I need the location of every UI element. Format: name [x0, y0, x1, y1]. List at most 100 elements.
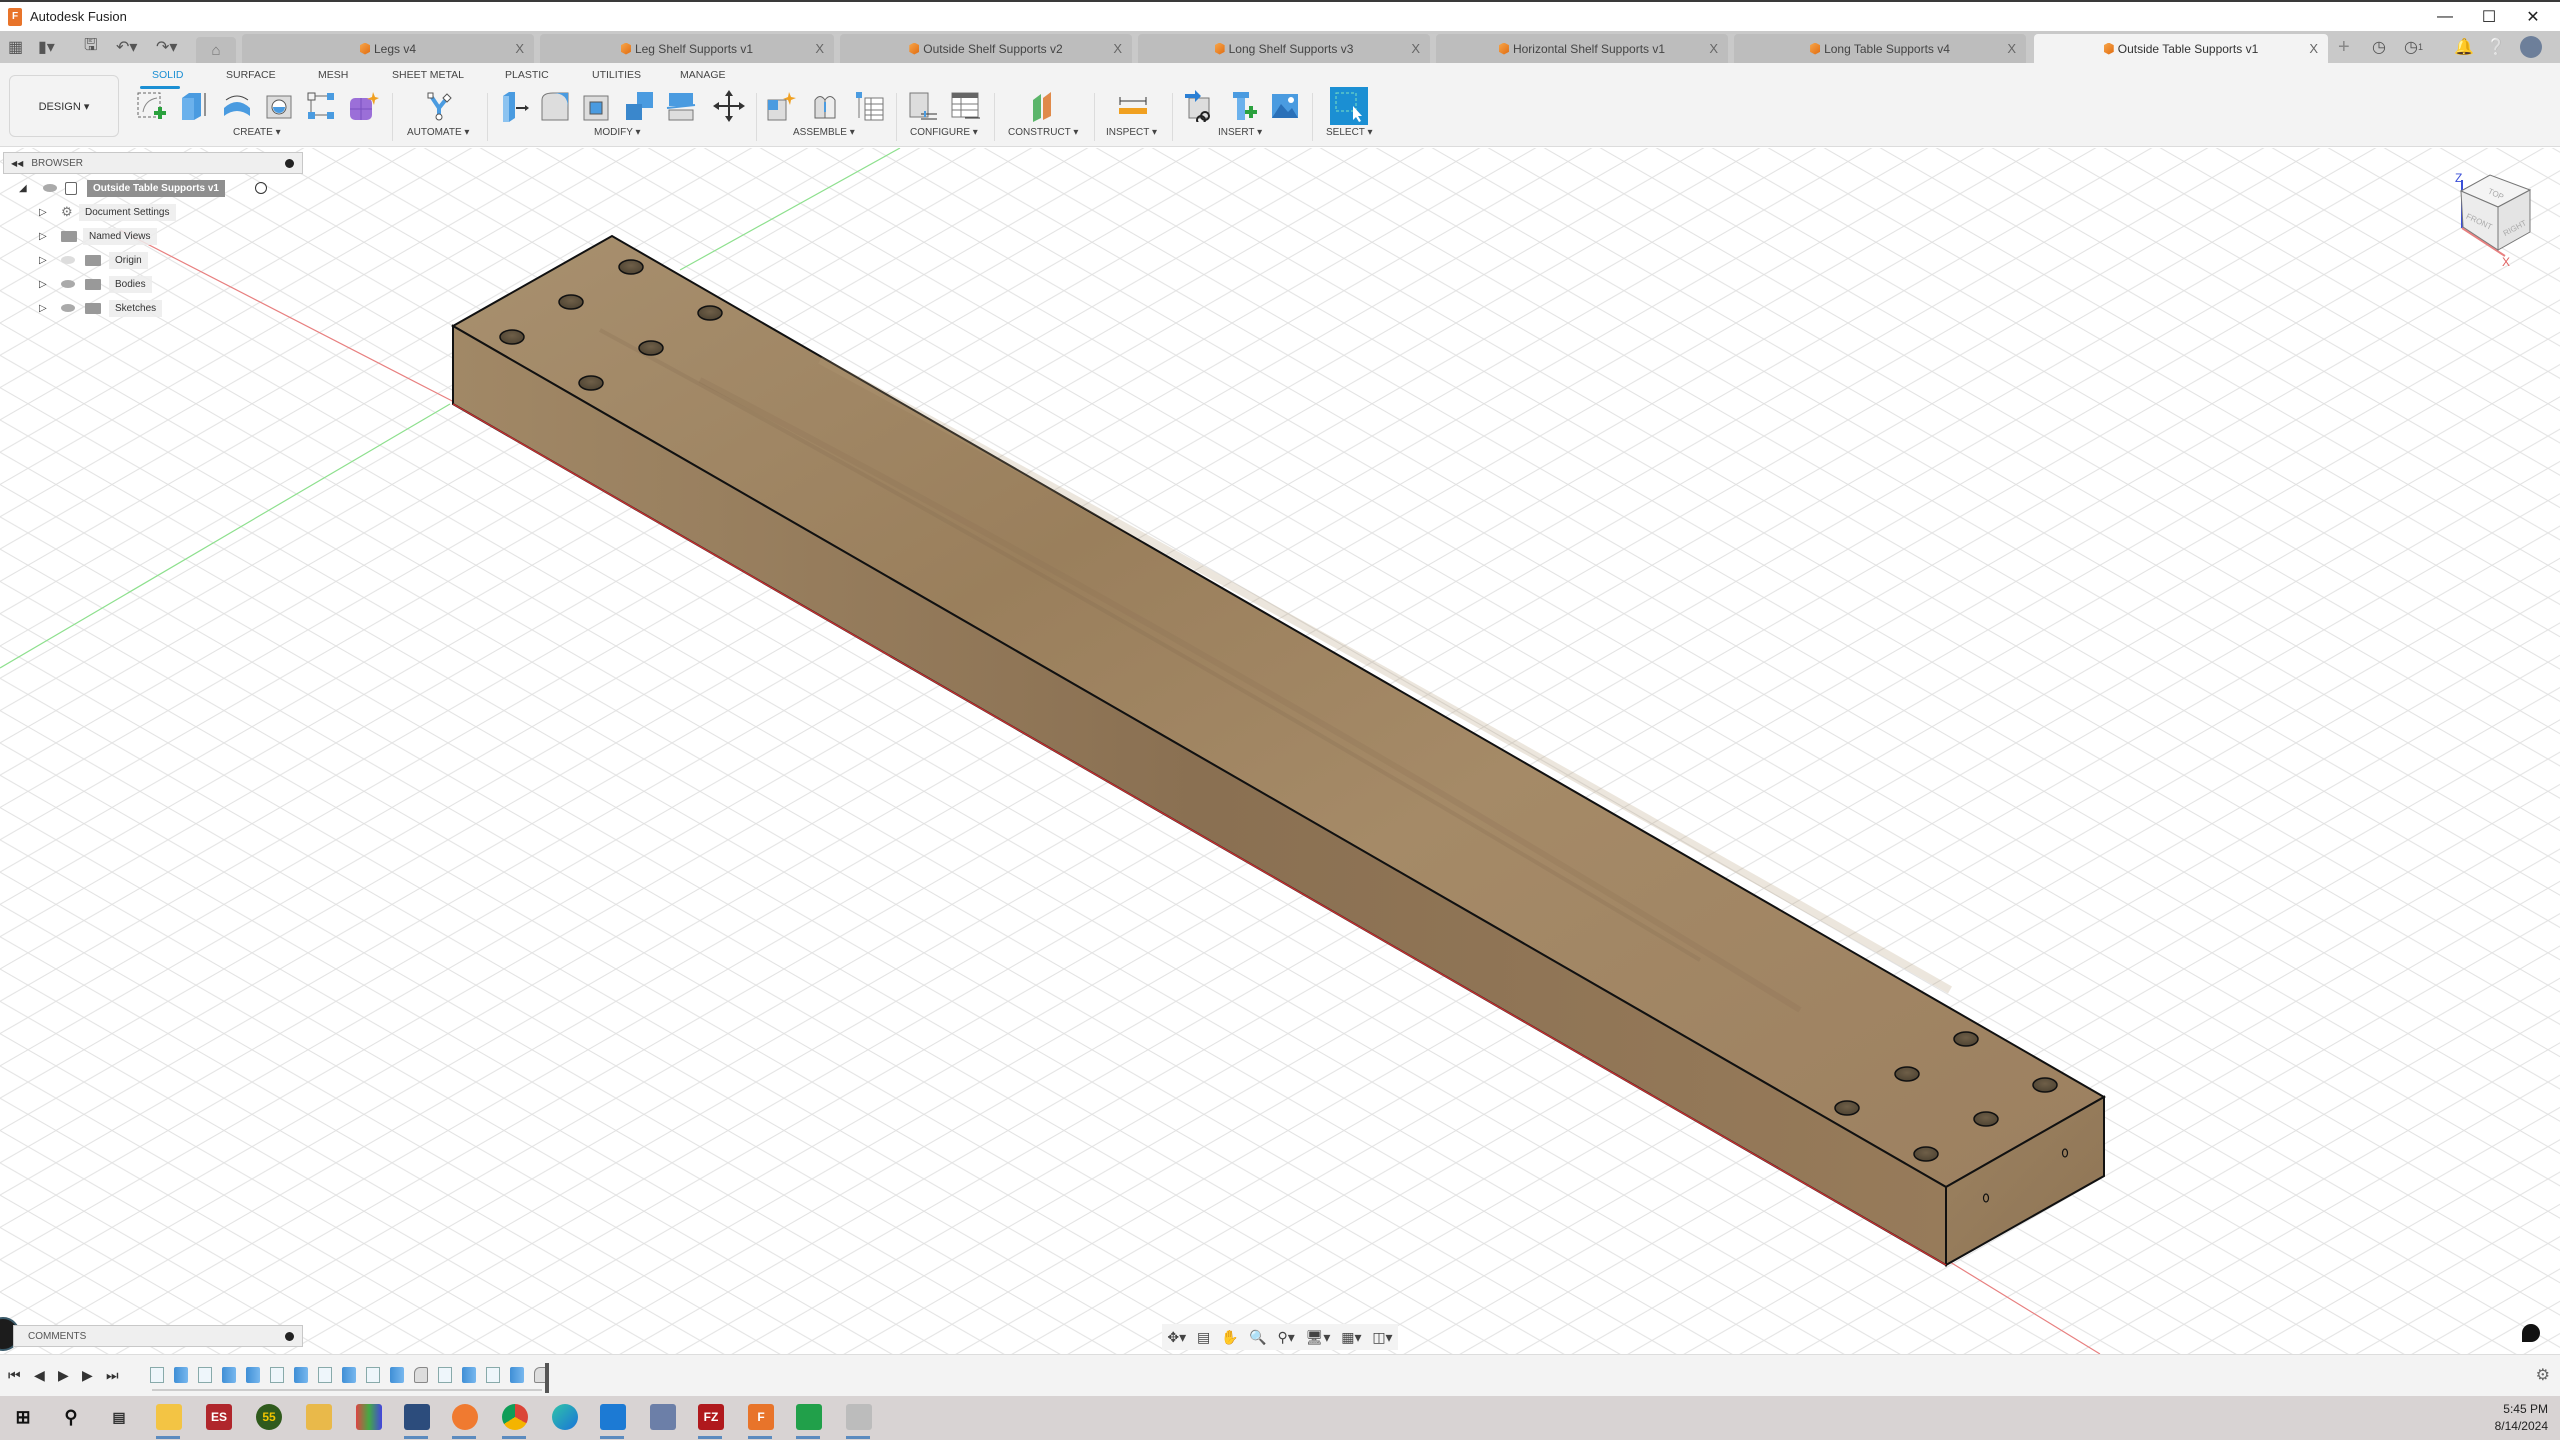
- timeline-feature-extrude-icon[interactable]: [342, 1367, 356, 1383]
- hole[interactable]: [618, 259, 644, 275]
- timeline-feature-extrude-icon[interactable]: [462, 1367, 476, 1383]
- vscode-icon[interactable]: [600, 1404, 626, 1430]
- configuration-table-button[interactable]: [948, 89, 982, 123]
- construct-group-label[interactable]: CONSTRUCT ▾: [1008, 127, 1078, 138]
- search-icon[interactable]: ⚲: [58, 1404, 84, 1430]
- start-windows-icon[interactable]: ⊞: [10, 1404, 36, 1430]
- ribbon-tab-solid[interactable]: SOLID: [152, 69, 184, 81]
- feedback-icon[interactable]: [2522, 1324, 2540, 1342]
- expand-triangle-icon[interactable]: ▷: [39, 231, 47, 242]
- expand-triangle-icon[interactable]: ▷: [39, 207, 47, 218]
- timeline-feature-extrude-icon[interactable]: [390, 1367, 404, 1383]
- hole[interactable]: [578, 375, 604, 391]
- configure-group-label[interactable]: CONFIGURE ▾: [910, 127, 978, 138]
- insert-canvas-button[interactable]: [1268, 89, 1302, 123]
- notifications-bell-icon[interactable]: 🔔: [2454, 37, 2474, 57]
- insert-group-label[interactable]: INSERT ▾: [1218, 127, 1262, 138]
- chrome-icon[interactable]: [502, 1404, 528, 1430]
- expanded-triangle-icon[interactable]: ◢: [19, 183, 27, 194]
- app-colorful-icon[interactable]: [356, 1404, 382, 1430]
- fusion-taskbar-icon[interactable]: F: [748, 1404, 774, 1430]
- ribbon-tab-plastic[interactable]: PLASTIC: [505, 69, 549, 81]
- split-body-button[interactable]: [664, 89, 698, 123]
- insert-mcmaster-button[interactable]: [1226, 89, 1260, 123]
- timeline-feature-extrude-icon[interactable]: [510, 1367, 524, 1383]
- pattern-button[interactable]: [304, 89, 338, 123]
- viewports-icon[interactable]: ◫▾: [1372, 1329, 1392, 1346]
- network-app-icon[interactable]: [650, 1404, 676, 1430]
- ribbon-tab-surface[interactable]: SURFACE: [226, 69, 276, 81]
- activate-radio-icon[interactable]: [255, 182, 267, 194]
- timeline-feature-fillet-icon[interactable]: [414, 1367, 428, 1383]
- tab-close-icon[interactable]: X: [515, 41, 524, 56]
- configure-button[interactable]: [906, 89, 940, 123]
- ribbon-tab-manage[interactable]: MANAGE: [680, 69, 726, 81]
- revolve-button[interactable]: [220, 89, 254, 123]
- automate-button[interactable]: [422, 89, 456, 123]
- hole[interactable]: [2032, 1077, 2058, 1093]
- tab-close-icon[interactable]: X: [815, 41, 824, 56]
- home-tab[interactable]: ⌂: [196, 37, 236, 63]
- sheets-icon[interactable]: [796, 1404, 822, 1430]
- workspace-switcher[interactable]: DESIGN ▾: [9, 75, 119, 137]
- hole-button[interactable]: [262, 89, 296, 123]
- file-explorer-icon[interactable]: [156, 1404, 182, 1430]
- timeline-feature-extrude-icon[interactable]: [222, 1367, 236, 1383]
- timeline-feature-sketch-icon[interactable]: [270, 1367, 284, 1383]
- display-settings-icon[interactable]: 🖥▾: [1306, 1329, 1331, 1346]
- system-clock[interactable]: 5:45 PM 8/14/2024: [2495, 1401, 2548, 1435]
- online-status-icon[interactable]: ◷: [2372, 37, 2386, 57]
- ribbon-tab-mesh[interactable]: MESH: [318, 69, 348, 81]
- minimize-button[interactable]: —: [2428, 2, 2462, 31]
- hole[interactable]: [1973, 1111, 1999, 1127]
- hidden-eye-icon[interactable]: [61, 256, 75, 264]
- assemble-group-label[interactable]: ASSEMBLE ▾: [793, 127, 855, 138]
- browser-item-named-views[interactable]: ▷ Named Views: [3, 224, 303, 248]
- tab-close-icon[interactable]: X: [1709, 41, 1718, 56]
- panel-pin-icon[interactable]: [285, 158, 294, 168]
- timeline-feature-sketch-icon[interactable]: [486, 1367, 500, 1383]
- edge-icon[interactable]: [552, 1404, 578, 1430]
- create-form-button[interactable]: [346, 89, 380, 123]
- measure-button[interactable]: [1116, 89, 1150, 123]
- help-icon[interactable]: ❔: [2486, 37, 2506, 57]
- select-button[interactable]: [1330, 87, 1368, 125]
- hole[interactable]: [638, 340, 664, 356]
- expand-triangle-icon[interactable]: ▷: [39, 279, 47, 290]
- pan-hand-icon[interactable]: ✋: [1221, 1329, 1238, 1346]
- move-copy-button[interactable]: [712, 89, 746, 123]
- browser-item-bodies[interactable]: ▷ Bodies: [3, 272, 303, 296]
- tab-legs[interactable]: Legs v4 X: [242, 34, 534, 63]
- collapse-panel-icon[interactable]: ◀◀: [11, 159, 23, 168]
- timeline-feature-sketch-icon[interactable]: [438, 1367, 452, 1383]
- task-view-icon[interactable]: ▤: [106, 1404, 132, 1430]
- create-sketch-button[interactable]: [134, 89, 168, 123]
- bill-of-materials-button[interactable]: [852, 89, 886, 123]
- scene-canvas[interactable]: Z X TOP FRONT RIGHT: [0, 148, 2560, 1354]
- extrude-button[interactable]: [176, 89, 210, 123]
- tab-long-shelf-supports[interactable]: Long Shelf Supports v3 X: [1138, 34, 1430, 63]
- hole[interactable]: [1894, 1066, 1920, 1082]
- press-pull-button[interactable]: [496, 89, 530, 123]
- zoom-icon[interactable]: 🔍: [1249, 1329, 1266, 1346]
- ribbon-tab-sheet-metal[interactable]: SHEET METAL: [392, 69, 464, 81]
- hole[interactable]: [1913, 1146, 1939, 1162]
- browser-item-origin[interactable]: ▷ Origin: [3, 248, 303, 272]
- hole[interactable]: [1834, 1100, 1860, 1116]
- undo-icon[interactable]: ↶▾: [116, 37, 137, 57]
- tab-horizontal-shelf-supports[interactable]: Horizontal Shelf Supports v1 X: [1436, 34, 1728, 63]
- hole[interactable]: [697, 305, 723, 321]
- timeline-feature-sketch-icon[interactable]: [366, 1367, 380, 1383]
- app-gray-icon[interactable]: [846, 1404, 872, 1430]
- joint-button[interactable]: [808, 89, 842, 123]
- file-menu-icon[interactable]: ▮▾: [38, 37, 55, 57]
- app-blue-figure-icon[interactable]: [306, 1404, 332, 1430]
- filezilla-icon[interactable]: FZ: [698, 1404, 724, 1430]
- hole[interactable]: [1953, 1031, 1979, 1047]
- go-to-start-icon[interactable]: ⏮: [8, 1367, 21, 1384]
- visibility-eye-icon[interactable]: [61, 280, 75, 288]
- new-component-button[interactable]: [764, 89, 798, 123]
- visibility-eye-icon[interactable]: [61, 304, 75, 312]
- orbit-icon[interactable]: ✥▾: [1167, 1329, 1186, 1346]
- maximize-button[interactable]: ☐: [2472, 2, 2506, 31]
